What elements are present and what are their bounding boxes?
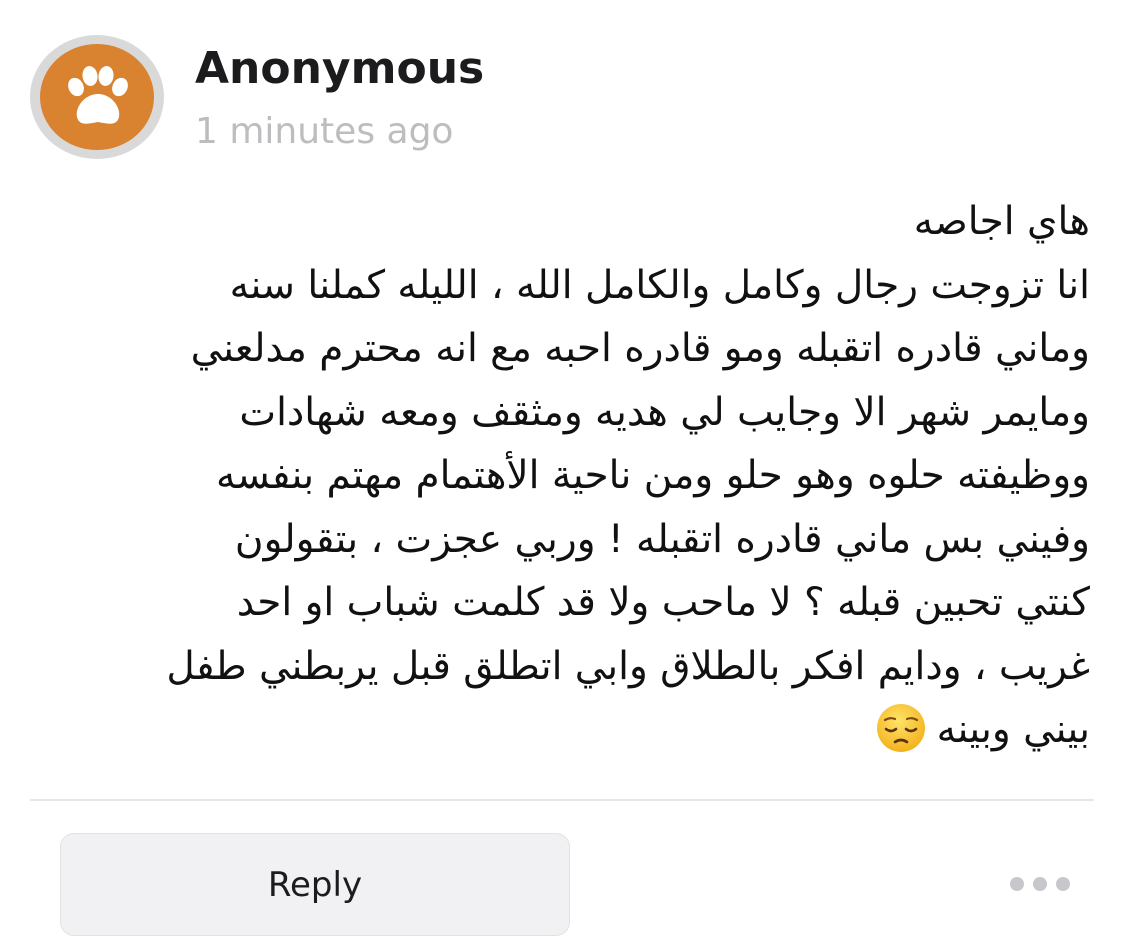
message-last-line: بيني وبينه <box>30 698 1090 762</box>
dot <box>1033 877 1047 891</box>
more-dots-icon[interactable] <box>1010 868 1070 900</box>
dot <box>1010 877 1024 891</box>
message-line: ومايمر شهر الا وجايب لي هديه ومثقف ومعه … <box>239 389 1090 435</box>
dot <box>1056 877 1070 891</box>
avatar <box>30 35 164 159</box>
paw-icon <box>68 66 128 124</box>
avatar-circle <box>40 44 154 150</box>
message-line: وفيني بس ماني قادره اتقبله ! وربي عجزت ،… <box>234 516 1090 562</box>
message-line: هاي اجاصه <box>913 199 1090 244</box>
divider <box>30 799 1094 801</box>
reply-button[interactable]: Reply <box>60 833 570 936</box>
message-line: غريب ، ودايم افكر بالطلاق وابي اتطلق قبل… <box>166 643 1090 689</box>
post-timestamp: 1 minutes ago <box>195 111 454 152</box>
message-line: بيني وبينه <box>936 707 1090 752</box>
message-line: ووظيفته حلوه وهو حلو ومن ناحية الأهتمام … <box>216 453 1090 498</box>
author-name: Anonymous <box>195 43 485 94</box>
message-line: وماني قادره اتقبله ومو قادره احبه مع انه… <box>190 326 1090 371</box>
pensive-face-emoji <box>876 703 925 752</box>
message-line: كنتي تحبين قبله ؟ لا ماحب ولا قد كلمت شب… <box>236 580 1090 625</box>
message-body: هاي اجاصه انا تزوجت رجال وكامل والكامل ا… <box>30 190 1090 762</box>
message-line: انا تزوجت رجال وكامل والكامل الله ، اللي… <box>229 262 1090 308</box>
